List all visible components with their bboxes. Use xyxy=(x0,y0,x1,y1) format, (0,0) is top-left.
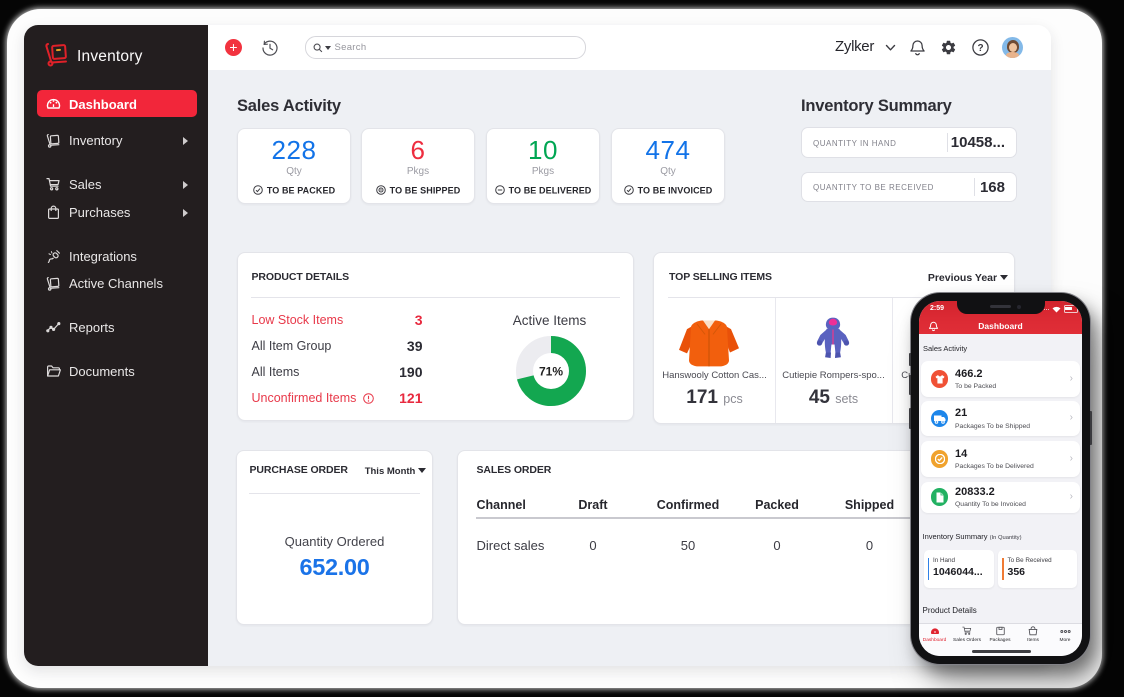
svg-text:71%: 71% xyxy=(538,364,562,378)
svg-text:?: ? xyxy=(977,43,983,54)
